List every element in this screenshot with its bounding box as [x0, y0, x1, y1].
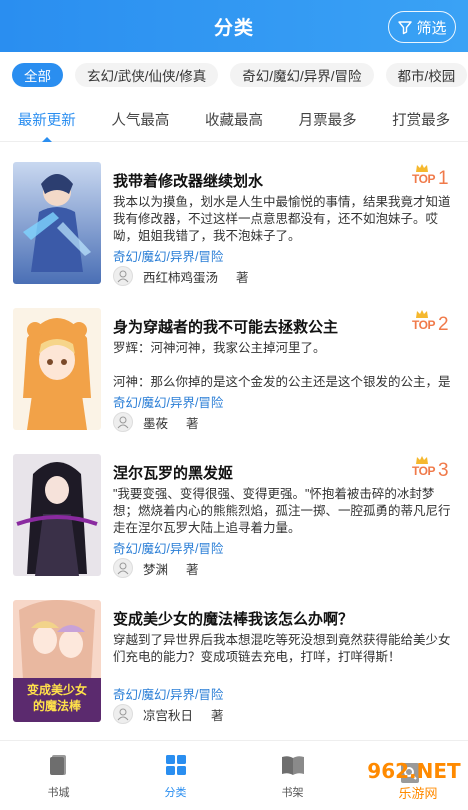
book-item[interactable]: 变成美少女 的魔法棒 变成美少女的魔法棒我该怎么办啊？ 穿越到了异世界后我本想混…: [0, 588, 468, 730]
rank-badge: TOP 1: [412, 164, 454, 196]
tab-most-tips[interactable]: 打赏最多: [392, 103, 450, 136]
author-avatar: [113, 558, 133, 578]
book-genre-tags[interactable]: 奇幻/魔幻/异界/冒险: [113, 684, 223, 703]
crown-icon: [416, 164, 428, 172]
book-item[interactable]: 涅尔瓦罗的黑发姬 "我要变强、变得很强、变得更强。"怀抱着被击碎的冰封梦想；燃烧…: [0, 442, 468, 584]
author-avatar: [113, 266, 133, 286]
rank-label: TOP: [412, 318, 435, 332]
page-title: 分类: [213, 17, 254, 39]
rank-label: TOP: [412, 464, 435, 478]
crown-icon: [416, 456, 428, 464]
author-row: 凉宫秋日 著: [113, 704, 224, 724]
book-cover[interactable]: 变成美少女 的魔法棒: [13, 600, 101, 722]
author-row: 西红柿鸡蛋汤 著: [113, 266, 249, 286]
watermark-sub: 乐游网: [398, 787, 437, 802]
user-icon: [117, 270, 129, 283]
author-row: 梦渊 著: [113, 558, 199, 578]
genre-tag-dushi[interactable]: 都市/校园: [385, 63, 468, 87]
author-avatar: [113, 704, 133, 724]
nav-label: 分类: [164, 786, 187, 799]
book-genre-tags[interactable]: 奇幻/魔幻/异界/冒险: [113, 538, 223, 557]
tab-most-popular[interactable]: 人气最高: [111, 103, 169, 136]
book-icon: [49, 754, 66, 775]
author-name: 西红柿鸡蛋汤: [143, 270, 219, 285]
top-bar: 分类 筛选: [0, 0, 468, 52]
book-cover[interactable]: [13, 162, 101, 284]
author-name: 凉宫秋日: [143, 708, 194, 723]
book-item[interactable]: 我带着修改器继续划水 我本以为摸鱼，划水是人生中最愉悦的事情，结果我竟才知道我有…: [0, 150, 468, 292]
user-icon: [117, 562, 129, 575]
author-avatar: [113, 412, 133, 432]
book-description: 我本以为摸鱼，划水是人生中最愉悦的事情，结果我竟才知道我有修改器，不过这样一点意…: [113, 195, 451, 243]
genre-tag-xuanhuan[interactable]: 玄幻/武侠/仙侠/修真: [75, 63, 219, 87]
author-suffix: 著: [211, 708, 224, 723]
site-watermark: 962.NET 乐游网: [367, 759, 461, 802]
book-title[interactable]: 变成美少女的魔法棒我该怎么办啊？: [113, 608, 353, 629]
rank-label: TOP: [412, 172, 435, 186]
open-book-icon: [281, 755, 304, 775]
book-title[interactable]: 身为穿越者的我不可能去拯救公主: [113, 316, 338, 337]
watermark-text: 962.NET: [367, 759, 461, 783]
rank-badge: TOP 3: [412, 456, 454, 488]
author-name: 墨莜: [143, 416, 169, 431]
book-genre-tags[interactable]: 奇幻/魔幻/异界/冒险: [113, 392, 223, 411]
filter-button[interactable]: 筛选: [388, 11, 456, 43]
crown-icon: [416, 310, 428, 318]
book-title[interactable]: 我带着修改器继续划水: [113, 170, 263, 191]
book-cover[interactable]: [13, 454, 101, 576]
user-icon: [117, 708, 129, 721]
nav-bookshelf[interactable]: 书架: [234, 741, 351, 810]
author-suffix: 著: [236, 270, 249, 285]
book-cover[interactable]: [13, 308, 101, 430]
book-description: 罗辉：河神河神，我家公主掉河里了。 河神：那么你掉的是这个金发的公主还是这个银发…: [113, 341, 451, 389]
sort-tab-bar: 最新更新 人气最高 收藏最高 月票最多 打赏最多: [0, 98, 468, 142]
nav-bookstore[interactable]: 书城: [0, 741, 117, 810]
genre-tag-qihuan[interactable]: 奇幻/魔幻/异界/冒险: [230, 63, 374, 87]
rank-number: 1: [438, 168, 449, 189]
tab-latest-update[interactable]: 最新更新: [18, 103, 76, 142]
filter-icon: [398, 21, 413, 35]
tab-most-monthly-votes[interactable]: 月票最多: [299, 103, 357, 136]
author-suffix: 著: [186, 562, 199, 577]
book-title[interactable]: 涅尔瓦罗的黑发姬: [113, 462, 233, 483]
grid-icon: [165, 754, 186, 775]
author-row: 墨莜 著: [113, 412, 199, 432]
cover-illustration: [13, 308, 101, 430]
tab-most-favorited[interactable]: 收藏最高: [205, 103, 263, 136]
book-genre-tags[interactable]: 奇幻/魔幻/异界/冒险: [113, 246, 223, 265]
rank-number: 2: [438, 314, 449, 335]
rank-number: 3: [438, 460, 449, 481]
nav-category[interactable]: 分类: [117, 741, 234, 810]
cover-illustration: [13, 162, 101, 284]
cover-illustration: 变成美少女 的魔法棒: [13, 600, 101, 722]
author-suffix: 著: [186, 416, 199, 431]
rank-badge: TOP 2: [412, 310, 454, 342]
book-description: "我要变强、变得很强、变得更强。"怀抱着被击碎的冰封梦想；燃烧着内心的熊熊烈焰，…: [113, 487, 451, 535]
nav-label: 书城: [47, 786, 70, 799]
cover-title-line2: 的魔法棒: [33, 698, 82, 713]
genre-tag-all[interactable]: 全部: [12, 63, 63, 87]
cover-title-line1: 变成美少女: [27, 682, 87, 697]
user-icon: [117, 416, 129, 429]
author-name: 梦渊: [143, 562, 169, 577]
book-description: 穿越到了异世界后我本想混吃等死没想到竟然获得能给美少女们充电的能力？变成项链去充…: [113, 633, 451, 664]
nav-label: 书架: [281, 786, 304, 799]
book-item[interactable]: 身为穿越者的我不可能去拯救公主 罗辉：河神河神，我家公主掉河里了。 河神：那么你…: [0, 296, 468, 438]
filter-label: 筛选: [416, 19, 447, 37]
cover-illustration: [13, 454, 101, 576]
genre-tag-bar: 全部 玄幻/武侠/仙侠/修真 奇幻/魔幻/异界/冒险 都市/校园: [0, 52, 468, 98]
